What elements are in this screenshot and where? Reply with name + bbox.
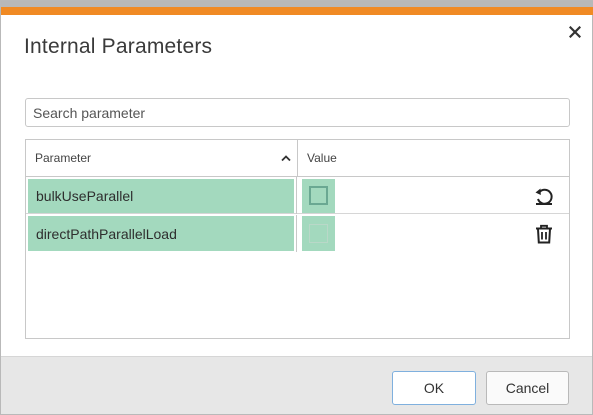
column-divider — [296, 215, 297, 252]
parameters-table: Parameter Value bulkUseParallel directPa… — [25, 139, 570, 339]
sort-ascending-icon — [281, 155, 291, 162]
column-divider — [296, 177, 297, 214]
column-header-label: Value — [307, 151, 337, 165]
column-header-value[interactable]: Value — [298, 140, 569, 176]
table-header: Parameter Value — [26, 140, 569, 177]
search-input[interactable] — [25, 98, 570, 127]
column-header-parameter[interactable]: Parameter — [26, 140, 298, 176]
reset-button[interactable] — [533, 185, 555, 207]
table-row[interactable]: directPathParallelLoad — [26, 215, 569, 252]
close-button[interactable] — [566, 23, 584, 41]
dialog-title: Internal Parameters — [24, 35, 213, 58]
dialog-footer: OK Cancel — [1, 356, 592, 414]
parameter-name-cell: bulkUseParallel — [28, 179, 294, 213]
dialog-accent-bar — [1, 1, 593, 15]
cancel-button[interactable]: Cancel — [486, 371, 569, 405]
reset-icon — [535, 188, 553, 205]
close-icon — [569, 26, 581, 38]
internal-parameters-dialog: Internal Parameters Parameter Value bulk… — [0, 0, 593, 415]
delete-button[interactable] — [533, 223, 555, 245]
ok-button[interactable]: OK — [392, 371, 476, 405]
value-checkbox[interactable] — [309, 224, 328, 243]
column-header-label: Parameter — [35, 151, 92, 165]
parameter-name-cell: directPathParallelLoad — [28, 216, 294, 251]
value-checkbox[interactable] — [309, 186, 328, 205]
table-row[interactable]: bulkUseParallel — [26, 177, 569, 214]
trash-icon — [536, 224, 552, 244]
